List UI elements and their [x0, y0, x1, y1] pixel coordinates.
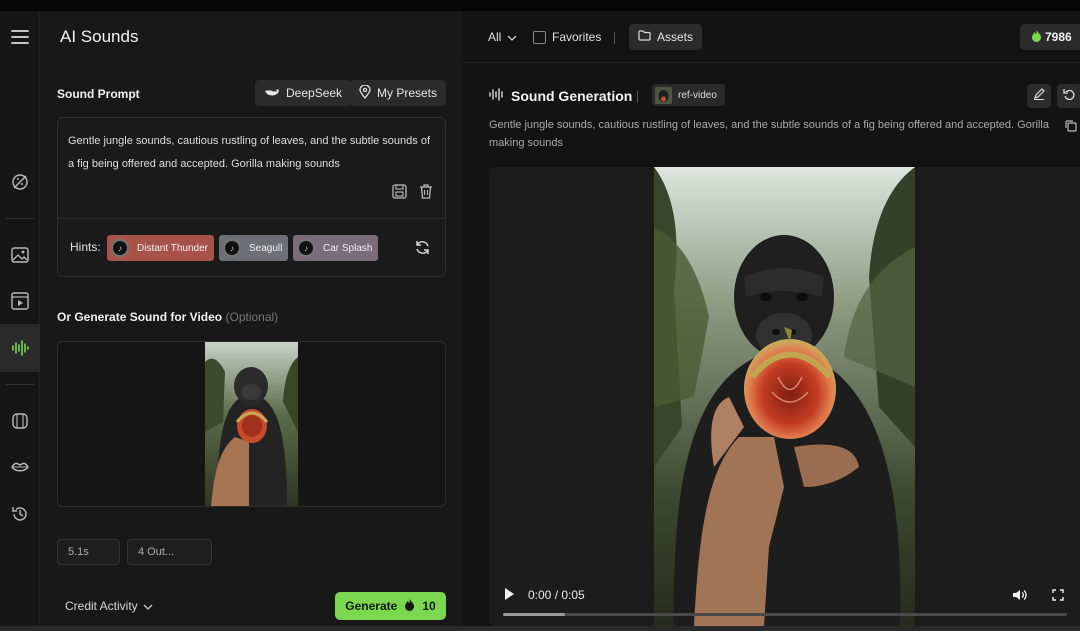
audio-wave-icon: [489, 88, 503, 104]
generate-label: Generate: [345, 599, 398, 613]
optional-label: (Optional): [225, 310, 279, 324]
sound-prompt-title: Sound Prompt: [57, 87, 140, 101]
sound-generation-header: Sound Generation: [489, 88, 632, 104]
folder-icon: [638, 30, 651, 44]
save-icon[interactable]: [392, 184, 407, 204]
generate-cost: 10: [422, 599, 436, 613]
play-icon[interactable]: [503, 587, 515, 606]
window-bottom-bar: [0, 626, 1080, 631]
ref-video-thumbnail: [655, 86, 672, 104]
sound-prompt-textarea[interactable]: Gentle jungle sounds, cautious rustling …: [68, 130, 438, 176]
cube-icon[interactable]: [6, 407, 34, 435]
music-note-icon: ♪: [297, 239, 315, 257]
video-time: 0:00 / 0:05: [528, 588, 585, 602]
copy-icon[interactable]: [1065, 119, 1077, 137]
lips-icon[interactable]: [6, 453, 34, 481]
hint-label: Distant Thunder: [137, 242, 208, 254]
video-frame: [654, 167, 915, 626]
chevron-down-icon: [507, 30, 517, 44]
undo-icon: [1063, 87, 1075, 105]
video-progress-fill: [503, 613, 566, 616]
favorites-label: Favorites: [552, 30, 602, 44]
video-icon[interactable]: [6, 287, 34, 315]
credit-activity-dropdown[interactable]: Credit Activity: [65, 599, 153, 613]
video-progress-bar[interactable]: [503, 613, 1067, 616]
history-icon[interactable]: [6, 500, 34, 528]
whale-icon: [264, 86, 280, 101]
credit-flame-icon: [1032, 29, 1041, 45]
generate-button[interactable]: Generate 10: [335, 592, 446, 620]
filter-all-label: All: [488, 30, 502, 44]
left-rail: [0, 11, 40, 626]
ref-video-chip[interactable]: ref-video: [652, 84, 725, 106]
chevron-down-icon: [143, 599, 153, 613]
favorites-checkbox[interactable]: Favorites: [533, 30, 601, 44]
results-panel: All Favorites Assets 7986 Sound Generati…: [462, 11, 1080, 626]
ref-video-label: ref-video: [678, 89, 717, 101]
sound-generation-title: Sound Generation: [511, 88, 633, 104]
credits-balance[interactable]: 7986: [1020, 24, 1080, 50]
deepseek-button[interactable]: DeepSeek: [255, 80, 352, 106]
rail-divider: [6, 218, 34, 219]
edit-button[interactable]: [1027, 84, 1051, 108]
duration-select[interactable]: 5.1s: [57, 539, 120, 565]
header-divider: [637, 91, 638, 103]
rail-divider: [6, 384, 34, 385]
prompt-divider: [58, 218, 445, 219]
prompt-tools: [392, 184, 433, 204]
credits-value: 7986: [1045, 30, 1072, 44]
hint-label: Seagull: [249, 242, 283, 254]
video-section-title: Or Generate Sound for Video (Optional): [57, 310, 278, 324]
checkbox-icon: [533, 30, 546, 44]
menu-icon[interactable]: [6, 23, 34, 51]
toolbar-divider: [614, 32, 615, 44]
music-note-icon: ♪: [111, 239, 129, 257]
video-controls: 0:00 / 0:05: [489, 572, 1080, 626]
credit-activity-label: Credit Activity: [65, 599, 138, 613]
generation-description: Gentle jungle sounds, cautious rustling …: [489, 119, 1049, 149]
regenerate-button[interactable]: [1057, 84, 1080, 108]
sound-settings-panel: AI Sounds Sound Prompt DeepSeek My Prese…: [40, 11, 462, 626]
assets-button[interactable]: Assets: [629, 24, 703, 50]
filter-all-dropdown[interactable]: All: [488, 30, 517, 44]
deepseek-label: DeepSeek: [286, 86, 343, 100]
my-presets-button[interactable]: My Presets: [350, 80, 447, 106]
hint-label: Car Splash: [323, 242, 373, 254]
pencil-icon: [1033, 87, 1045, 105]
trash-icon[interactable]: [419, 184, 433, 204]
palette-off-icon[interactable]: [6, 168, 34, 196]
hints-label: Hints:: [70, 240, 101, 254]
hint-chip-seagull[interactable]: ♪ Seagull: [219, 235, 289, 261]
video-upload-area[interactable]: [57, 341, 446, 507]
video-section-label: Or Generate Sound for Video: [57, 310, 223, 324]
sound-prompt-editor: Gentle jungle sounds, cautious rustling …: [57, 117, 446, 277]
credit-flame-icon: [405, 598, 415, 614]
video-thumbnail: [205, 342, 298, 506]
fullscreen-icon[interactable]: [1052, 588, 1064, 606]
audio-wave-icon[interactable]: [6, 334, 34, 362]
hint-chip-car-splash[interactable]: ♪ Car Splash: [293, 235, 379, 261]
my-presets-label: My Presets: [377, 86, 438, 100]
assets-label: Assets: [657, 30, 694, 44]
hint-chip-distant-thunder[interactable]: ♪ Distant Thunder: [107, 235, 214, 261]
outputs-select[interactable]: 4 Out...: [127, 539, 212, 565]
app-title: AI Sounds: [60, 27, 139, 46]
music-note-icon: ♪: [223, 239, 241, 257]
map-pin-icon: [359, 83, 371, 102]
results-toolbar: All Favorites Assets 7986: [462, 11, 1080, 63]
image-icon[interactable]: [6, 241, 34, 269]
video-player[interactable]: 0:00 / 0:05: [489, 167, 1080, 626]
refresh-hints-icon[interactable]: [415, 240, 430, 260]
window-top-bar: [0, 0, 1080, 11]
volume-icon[interactable]: [1012, 588, 1028, 607]
